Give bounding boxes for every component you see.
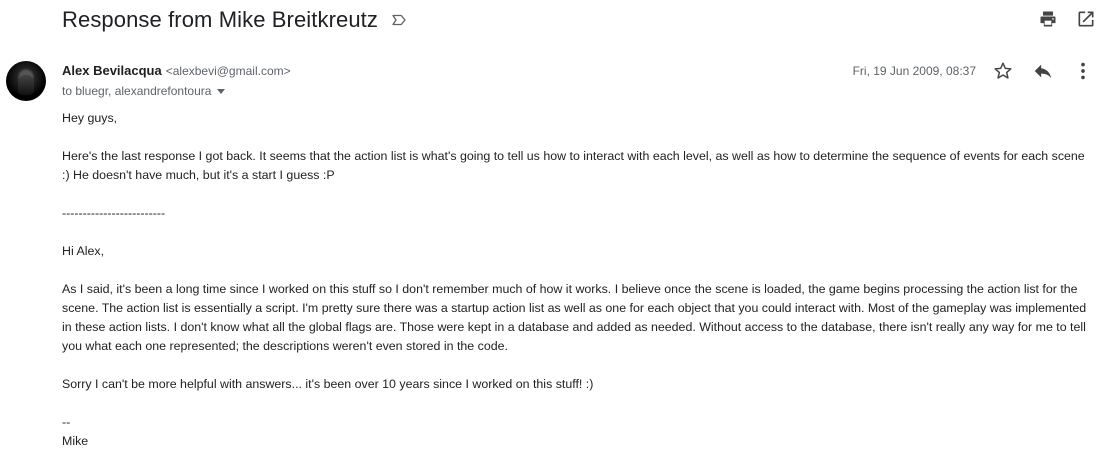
subject-row: Response from Mike Breitkreutz [62, 5, 408, 35]
sender-name[interactable]: Alex Bevilacqua [62, 63, 162, 78]
intro-paragraph: Here's the last response I got back. It … [62, 149, 1085, 182]
thread-actions [1038, 9, 1096, 29]
avatar [6, 61, 46, 101]
label-outline-icon[interactable] [390, 11, 408, 29]
open-in-new-icon[interactable] [1076, 9, 1096, 29]
quoted-paragraph: As I said, it's been a long time since I… [62, 282, 1087, 353]
message-date: Fri, 19 Jun 2009, 08:37 [852, 64, 976, 78]
chevron-down-icon[interactable] [217, 88, 226, 94]
more-vert-icon[interactable] [1072, 60, 1094, 82]
sender-email: <alexbevi@gmail.com> [165, 64, 291, 78]
star-outline-icon[interactable] [992, 60, 1014, 82]
email-subject: Response from Mike Breitkreutz [62, 7, 378, 32]
signature-dash: -- [62, 415, 71, 429]
print-icon[interactable] [1038, 9, 1058, 29]
message-actions [992, 60, 1094, 82]
reply-icon[interactable] [1032, 60, 1054, 82]
quoted-paragraph: Sorry I can't be more helpful with answe… [62, 377, 594, 391]
message-body: Hey guys, Here's the last response I got… [62, 109, 1092, 451]
greeting: Hey guys, [62, 111, 118, 125]
recipients: to bluegr, alexandrefontoura [62, 84, 212, 98]
sender-row: Alex Bevilacqua <alexbevi@gmail.com> [62, 63, 291, 78]
quoted-greeting: Hi Alex, [62, 244, 105, 258]
separator: ------------------------- [62, 206, 166, 220]
signature-name: Mike [62, 434, 89, 448]
recipients-row: to bluegr, alexandrefontoura [62, 84, 226, 98]
